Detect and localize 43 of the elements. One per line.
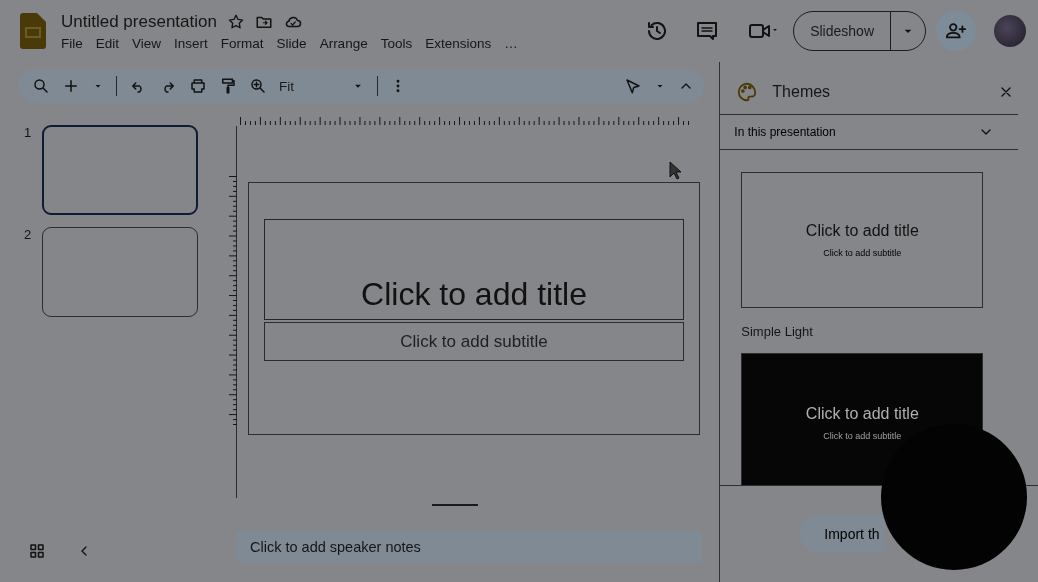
- slide-thumbnail[interactable]: [42, 125, 198, 215]
- menu-item[interactable]: Insert: [174, 35, 208, 51]
- grid-view-icon[interactable]: [28, 542, 46, 560]
- title-placeholder[interactable]: Click to add title: [264, 219, 684, 320]
- theme-preview[interactable]: Click to add title Click to add subtitle: [741, 172, 984, 308]
- user-avatar[interactable]: [994, 15, 1026, 47]
- menu-item[interactable]: View: [132, 35, 162, 51]
- star-icon[interactable]: [226, 12, 245, 31]
- menu-item[interactable]: File: [61, 35, 83, 51]
- slide-thumbnail[interactable]: [42, 227, 198, 317]
- preview-title: Click to add title: [805, 405, 919, 423]
- menu-item[interactable]: Edit: [95, 35, 120, 51]
- zoom-select[interactable]: Fit: [279, 78, 339, 94]
- preview-subtitle: Click to add subtitle: [823, 248, 902, 258]
- resize-handle[interactable]: [432, 504, 478, 506]
- zoom-in-icon[interactable]: [249, 77, 267, 95]
- comment-icon[interactable]: [695, 19, 720, 43]
- paint-roller-icon[interactable]: [219, 77, 237, 95]
- menu-item[interactable]: Tools: [380, 35, 413, 51]
- theme-filter-dropdown[interactable]: In this presentation: [720, 114, 1018, 150]
- speaker-notes-field[interactable]: Click to add speaker notes: [236, 531, 702, 563]
- import-theme-button[interactable]: Import th: [800, 515, 885, 553]
- menu-item[interactable]: …: [504, 35, 518, 51]
- search-icon[interactable]: [32, 77, 50, 95]
- palette-icon[interactable]: [736, 81, 759, 103]
- menu-item[interactable]: Arrange: [319, 35, 368, 51]
- mouse-cursor-icon: [669, 161, 683, 181]
- preview-title: Click to add title: [805, 222, 919, 240]
- document-title[interactable]: Untitled presentation: [61, 11, 217, 32]
- pointer-icon[interactable]: [624, 77, 643, 95]
- share-button[interactable]: [936, 11, 976, 51]
- panel-title: Themes: [772, 83, 832, 101]
- preview-subtitle: Click to add subtitle: [823, 431, 902, 441]
- menu-item[interactable]: Extensions: [425, 35, 492, 51]
- menu-item[interactable]: Format: [220, 35, 264, 51]
- subtitle-placeholder[interactable]: Click to add subtitle: [264, 322, 684, 361]
- theme-name: Simple Light: [741, 324, 814, 339]
- add-icon[interactable]: [62, 77, 80, 95]
- menu-item[interactable]: Slide: [276, 35, 307, 51]
- print-icon[interactable]: [189, 77, 207, 95]
- slide-number: 1: [24, 125, 32, 142]
- slide-number: 2: [24, 227, 32, 244]
- slides-logo-icon[interactable]: [20, 13, 46, 49]
